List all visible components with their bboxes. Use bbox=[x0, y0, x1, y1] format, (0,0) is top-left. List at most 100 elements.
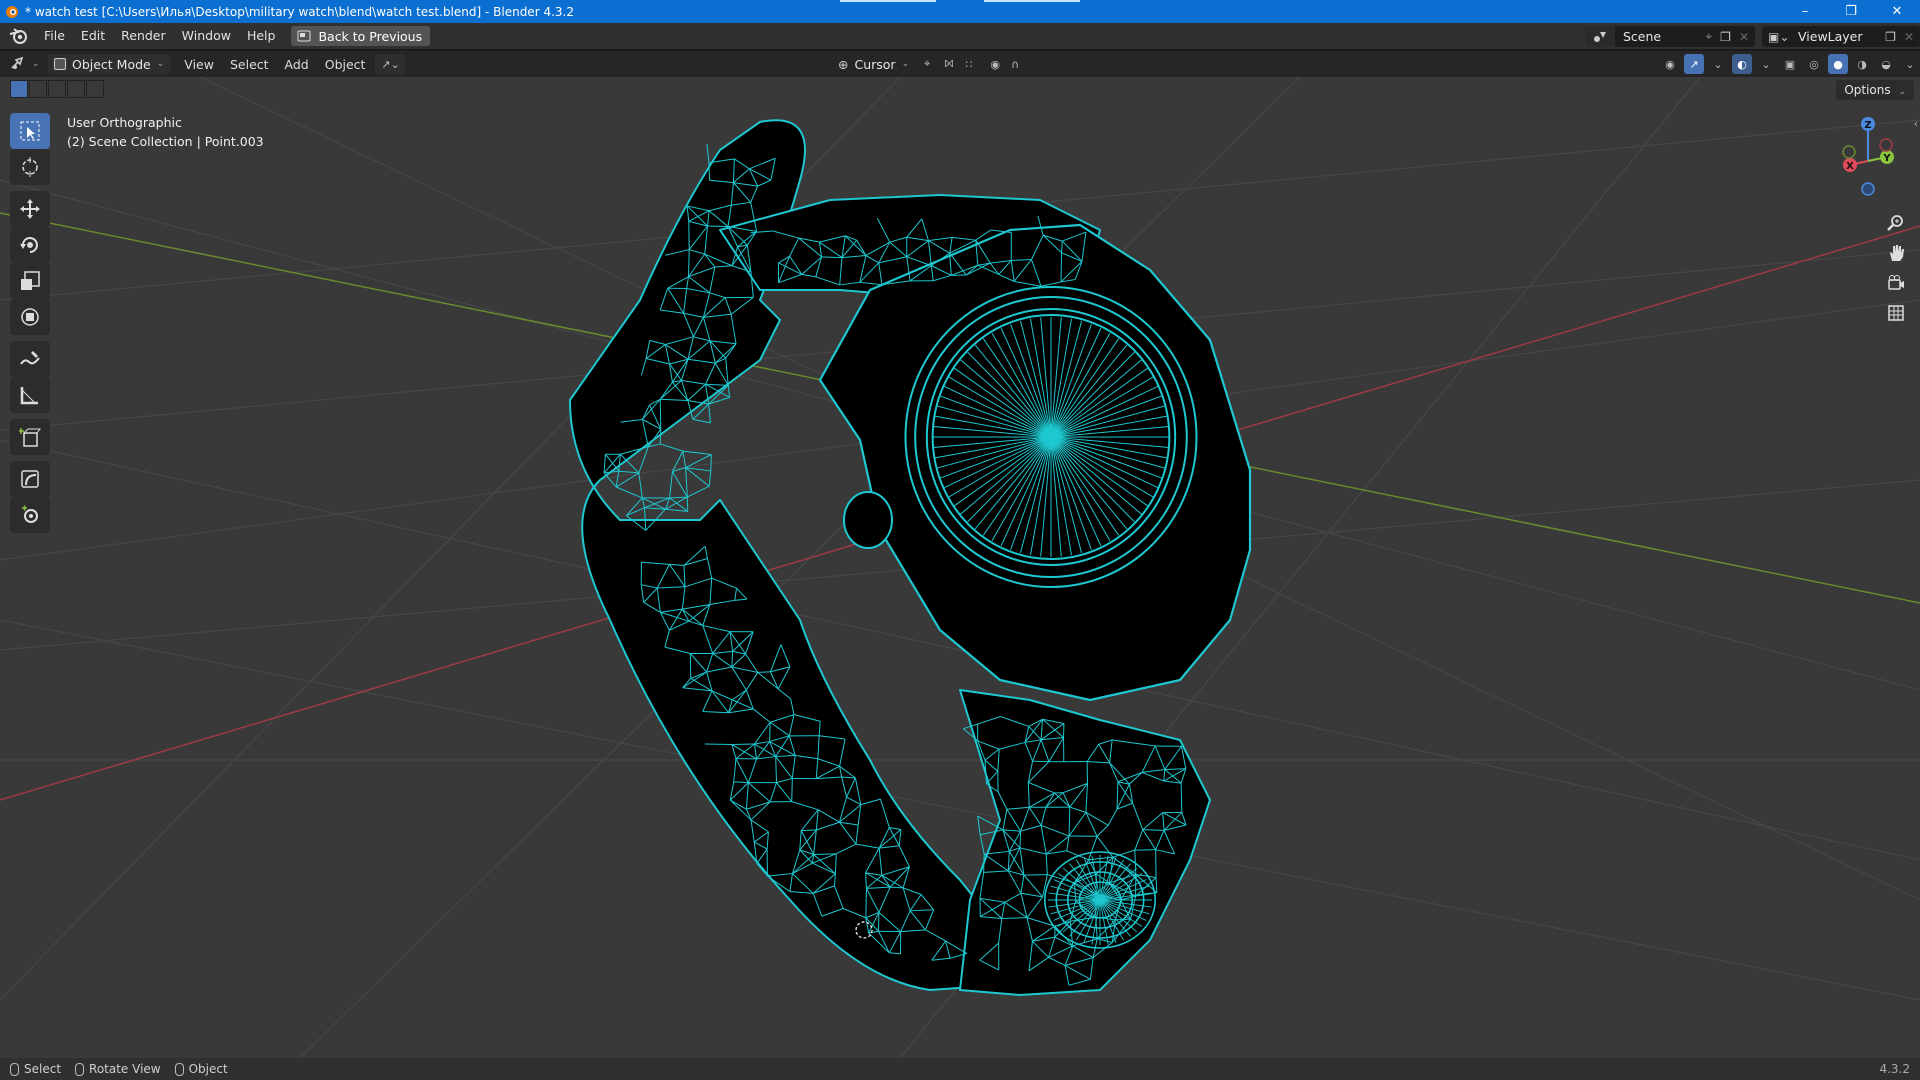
menu-view[interactable]: View bbox=[176, 57, 222, 72]
status-object: Object bbox=[174, 1062, 228, 1076]
scale-icon[interactable] bbox=[10, 263, 50, 299]
material-shading-icon[interactable]: ◑ bbox=[1852, 54, 1872, 74]
spin-icon[interactable] bbox=[10, 497, 50, 533]
rotate-icon[interactable] bbox=[10, 227, 50, 263]
new-scene-icon[interactable]: ❐ bbox=[1720, 30, 1731, 44]
tool-shelf bbox=[10, 113, 50, 533]
selection-mode-buttons bbox=[10, 80, 104, 98]
pivot-selector[interactable]: ⊕ Cursor ⌄ ⌖ ⨝ ∷ ◉ ∩ bbox=[838, 54, 1025, 74]
view-layer-icon[interactable]: ▣⌄ bbox=[1768, 30, 1789, 44]
shear-icon[interactable] bbox=[10, 461, 50, 497]
gizmo-y-label: Y bbox=[1882, 153, 1891, 164]
sidebar-toggle-icon[interactable]: ‹ bbox=[1914, 117, 1918, 130]
menu-window[interactable]: Window bbox=[174, 25, 239, 47]
select-subtract-icon[interactable] bbox=[48, 80, 66, 98]
window-titlebar: * watch test [C:\Users\Илья\Desktop\mili… bbox=[0, 0, 1920, 23]
3d-viewport[interactable]: Z Y X ‹ bbox=[0, 77, 1920, 1058]
add-cube-icon[interactable] bbox=[10, 419, 50, 455]
wireframe-shading-icon[interactable]: ◎ bbox=[1804, 54, 1824, 74]
select-intersect-icon[interactable] bbox=[86, 80, 104, 98]
editor-type-icon[interactable]: ⌄ bbox=[10, 54, 42, 74]
navigation-gizmo[interactable]: Z Y X bbox=[1830, 113, 1910, 198]
status-rotate-label: Rotate View bbox=[89, 1062, 161, 1076]
menu-select[interactable]: Select bbox=[222, 57, 277, 72]
pivot-point-icon[interactable]: ⌖ bbox=[917, 54, 937, 74]
pivot-label: Cursor bbox=[854, 56, 896, 72]
xray-icon[interactable]: ▣ bbox=[1780, 54, 1800, 74]
ortho-grid-icon[interactable] bbox=[1882, 299, 1910, 327]
solid-shading-icon[interactable]: ● bbox=[1828, 54, 1848, 74]
scene-name[interactable]: Scene bbox=[1623, 29, 1705, 44]
options-dropdown[interactable]: Options ⌄ bbox=[1836, 80, 1914, 100]
cursor-icon[interactable] bbox=[10, 149, 50, 185]
object-mode-label: Object Mode bbox=[72, 56, 151, 72]
annotate-icon[interactable] bbox=[10, 341, 50, 377]
gizmo-x-label: X bbox=[1846, 161, 1854, 172]
delete-view-layer-icon[interactable]: ✕ bbox=[1904, 30, 1914, 44]
scene-type-icon[interactable] bbox=[1585, 26, 1615, 47]
select-new-icon[interactable] bbox=[10, 80, 28, 98]
overlays-icon[interactable]: ◐ bbox=[1732, 54, 1752, 74]
axis-gizmo-icon[interactable]: Z Y X bbox=[1830, 113, 1910, 198]
collection-info: (2) Scene Collection | Point.003 bbox=[67, 134, 264, 149]
snap-icon[interactable]: ⨝ bbox=[939, 54, 959, 74]
restore-icon[interactable]: ❐ bbox=[1828, 0, 1874, 23]
chevron-down-icon: ⌄ bbox=[156, 59, 165, 69]
back-to-previous-button[interactable]: Back to Previous bbox=[291, 26, 431, 46]
falloff-icon[interactable]: ∩ bbox=[1005, 54, 1025, 74]
window-title: * watch test [C:\Users\Илья\Desktop\mili… bbox=[25, 4, 574, 19]
viewport-info-overlay: User Orthographic (2) Scene Collection |… bbox=[67, 113, 264, 151]
transform-icon[interactable] bbox=[10, 299, 50, 335]
version-label: 4.3.2 bbox=[1879, 1062, 1910, 1076]
select-box-icon[interactable] bbox=[10, 113, 50, 149]
rendered-shading-icon[interactable]: ◒ bbox=[1876, 54, 1896, 74]
menu-render[interactable]: Render bbox=[113, 25, 174, 47]
fullscreen-back-icon bbox=[297, 30, 311, 42]
gizmo-z-label: Z bbox=[1864, 120, 1871, 131]
menu-help[interactable]: Help bbox=[239, 25, 284, 47]
menu-add[interactable]: Add bbox=[277, 57, 317, 72]
pin-icon[interactable]: ⌖ bbox=[1705, 29, 1712, 44]
measure-icon[interactable] bbox=[10, 377, 50, 413]
view-layer-selector[interactable]: ▣⌄ ViewLayer ❐ ✕ bbox=[1762, 26, 1920, 47]
blender-topbar: File Edit Render Window Help Back to Pre… bbox=[0, 23, 1920, 50]
status-rotate-view: Rotate View bbox=[75, 1062, 161, 1076]
menu-object[interactable]: Object bbox=[317, 57, 374, 72]
titlebar-highlight bbox=[840, 0, 936, 2]
new-view-layer-icon[interactable]: ❐ bbox=[1885, 30, 1896, 44]
zoom-icon[interactable] bbox=[1882, 209, 1910, 237]
chevron-down-icon[interactable]: ⌄ bbox=[1756, 54, 1776, 74]
visibility-icon[interactable]: ◉ bbox=[1660, 54, 1680, 74]
blender-logo-icon[interactable] bbox=[8, 26, 30, 46]
camera-view-icon[interactable] bbox=[1882, 269, 1910, 297]
delete-scene-icon[interactable]: ✕ bbox=[1739, 30, 1749, 44]
viewport-header: ⌄ Object Mode ⌄ View Select Add Object ↗… bbox=[0, 51, 1920, 77]
close-icon[interactable]: ✕ bbox=[1874, 0, 1920, 23]
view-name: User Orthographic bbox=[67, 115, 182, 130]
cursor-pivot-icon: ⊕ bbox=[838, 56, 849, 72]
object-mode-dropdown[interactable]: Object Mode ⌄ bbox=[48, 54, 171, 74]
chevron-down-icon: ⌄ bbox=[901, 59, 910, 69]
move-icon[interactable] bbox=[10, 191, 50, 227]
chevron-down-icon[interactable]: ⌄ bbox=[1900, 54, 1920, 74]
proportional-edit-icon[interactable]: ◉ bbox=[985, 54, 1005, 74]
chevron-down-icon[interactable]: ⌄ bbox=[1708, 54, 1728, 74]
menu-edit[interactable]: Edit bbox=[73, 25, 113, 47]
status-select: Select bbox=[10, 1062, 61, 1076]
select-invert-icon[interactable] bbox=[67, 80, 85, 98]
scene-selector[interactable]: Scene ⌖ ❐ ✕ bbox=[1585, 26, 1755, 47]
gizmo-toggle-icon[interactable]: ↗ bbox=[1684, 54, 1704, 74]
titlebar-highlight bbox=[984, 0, 1080, 2]
menu-file[interactable]: File bbox=[36, 25, 73, 47]
back-to-previous-label: Back to Previous bbox=[318, 28, 423, 44]
pan-hand-icon[interactable] bbox=[1882, 239, 1910, 267]
object-mode-icon bbox=[54, 58, 66, 70]
minimize-icon[interactable]: – bbox=[1782, 0, 1828, 23]
select-extend-icon[interactable] bbox=[29, 80, 47, 98]
blender-app-icon bbox=[6, 5, 18, 18]
mouse-middle-icon bbox=[75, 1062, 85, 1076]
snap-target-icon[interactable]: ∷ bbox=[959, 54, 979, 74]
viewport-scene bbox=[0, 77, 1920, 1058]
view-layer-name[interactable]: ViewLayer bbox=[1798, 29, 1885, 44]
transform-orientation-icon[interactable]: ↗⌄ bbox=[375, 54, 406, 74]
